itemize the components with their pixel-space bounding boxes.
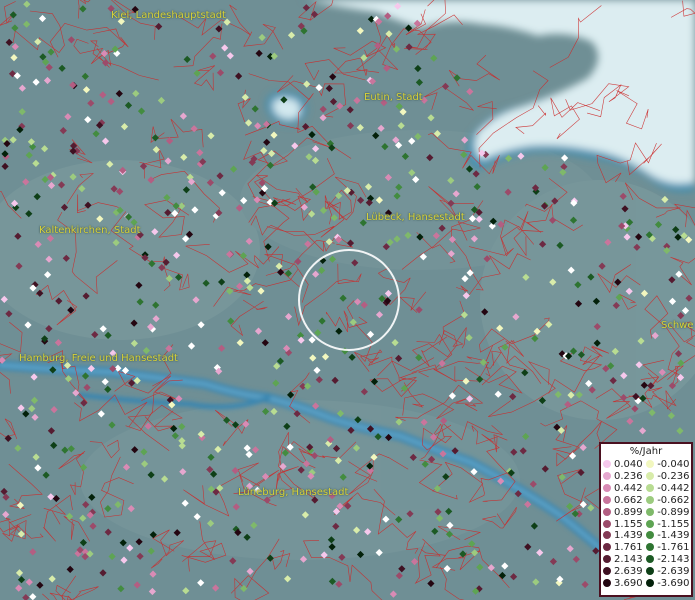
legend-entry-negative: -0.662 [646, 495, 691, 507]
legend-row: 3.690 -3.690 [603, 578, 691, 590]
legend-swatch-positive [603, 579, 611, 588]
legend-label-negative: -0.662 [657, 494, 690, 506]
legend-swatch-negative [646, 507, 655, 516]
legend-label-positive: 0.442 [614, 482, 643, 494]
legend-label-negative: -3.690 [657, 578, 690, 590]
legend-row: 0.442 -0.442 [603, 483, 691, 495]
legend-entry-positive: 1.761 [603, 542, 646, 554]
legend-entry-positive: 1.155 [603, 519, 646, 531]
legend-swatch-positive [603, 567, 611, 576]
legend-label-positive: 0.662 [614, 494, 643, 506]
legend-label-negative: -1.439 [657, 530, 690, 542]
legend-swatch-negative [646, 543, 655, 552]
legend-swatch-negative [646, 471, 655, 480]
legend-entry-positive: 0.040 [603, 459, 646, 471]
legend-table: 0.040 -0.040 0.236 -0.236 0.442 -0.442 0.662 -0… [603, 459, 691, 590]
legend-label-negative: -0.899 [657, 506, 690, 518]
legend-label-positive: 1.761 [614, 542, 643, 554]
legend-label-positive: 1.439 [614, 530, 643, 542]
legend-swatch-negative [646, 483, 655, 492]
label-schwerin: Schwe [661, 320, 694, 331]
legend-entry-negative: -0.236 [646, 471, 691, 483]
legend-row: 0.899 -0.899 [603, 507, 691, 519]
legend-row: 0.236 -0.236 [603, 471, 691, 483]
legend-entry-positive: 2.639 [603, 566, 646, 578]
legend-swatch-positive [603, 519, 611, 528]
legend-row: 0.040 -0.040 [603, 459, 691, 471]
legend-label-positive: 1.155 [614, 518, 643, 530]
legend-swatch-negative [646, 460, 655, 468]
legend-row: 1.761 -1.761 [603, 542, 691, 554]
legend-label-negative: -0.040 [657, 459, 690, 470]
legend-label-positive: 0.236 [614, 470, 643, 482]
legend-swatch-negative [646, 519, 655, 528]
legend-entry-positive: 0.662 [603, 495, 646, 507]
legend-entry-positive: 3.690 [603, 578, 646, 590]
legend-entry-negative: -3.690 [646, 578, 691, 590]
legend-swatch-negative [646, 531, 655, 540]
legend-swatch-negative [646, 495, 655, 504]
legend-title: %/Jahr [629, 446, 663, 457]
legend-row: 2.143 -2.143 [603, 554, 691, 566]
legend-entry-positive: 0.899 [603, 507, 646, 519]
legend-swatch-negative [646, 579, 655, 588]
legend-label-negative: -0.236 [657, 470, 690, 482]
legend-entry-positive: 1.439 [603, 530, 646, 542]
label-eutin: Eutin, Stadt [364, 92, 423, 103]
legend-label-positive: 0.899 [614, 506, 643, 518]
legend-entry-positive: 0.442 [603, 483, 646, 495]
legend-row: 1.439 -1.439 [603, 530, 691, 542]
label-hamburg: Hamburg, Freie und Hansestadt [19, 353, 178, 364]
legend-entry-positive: 0.236 [603, 471, 646, 483]
legend-entry-negative: -2.639 [646, 566, 691, 578]
legend-label-positive: 0.040 [614, 459, 643, 470]
legend-label-negative: -2.639 [657, 566, 690, 578]
legend-swatch-positive [603, 460, 611, 468]
legend-label-negative: -1.155 [657, 518, 690, 530]
legend-row: 0.662 -0.662 [603, 495, 691, 507]
legend-swatch-positive [603, 495, 611, 504]
legend-row: 1.155 -1.155 [603, 519, 691, 531]
legend-label-positive: 2.639 [614, 566, 643, 578]
legend-swatch-positive [603, 471, 611, 480]
legend-swatch-negative [646, 567, 655, 576]
legend-swatch-positive [603, 531, 611, 540]
legend-label-negative: -2.143 [657, 554, 690, 566]
legend-label-negative: -1.761 [657, 542, 690, 554]
label-kiel: Kiel, Landeshauptstadt [111, 10, 226, 21]
map-canvas[interactable]: Kiel, Landeshauptstadt Eutin, Stadt Lübe… [0, 0, 695, 600]
legend-swatch-positive [603, 483, 611, 492]
legend-swatch-positive [603, 543, 611, 552]
label-kaltenkirchen: Kaltenkirchen, Stadt [39, 225, 141, 236]
legend-label-positive: 3.690 [614, 578, 643, 590]
label-luebeck: Lübeck, Hansestadt [366, 212, 465, 223]
legend-entry-positive: 2.143 [603, 554, 646, 566]
legend-entry-negative: -1.155 [646, 519, 691, 531]
legend-label-negative: -0.442 [657, 482, 690, 494]
legend-entry-negative: -2.143 [646, 554, 691, 566]
legend-entry-negative: -1.439 [646, 530, 691, 542]
legend-entry-negative: -0.040 [646, 459, 691, 471]
legend: %/Jahr 0.040 -0.040 0.236 -0.236 0.442 -0.442… [599, 442, 693, 597]
map-layer [0, 0, 695, 600]
legend-row: 2.639 -2.639 [603, 566, 691, 578]
legend-swatch-positive [603, 507, 611, 516]
legend-entry-negative: -1.761 [646, 542, 691, 554]
label-lueneburg: Lüneburg, Hansestadt [238, 487, 349, 498]
legend-label-positive: 2.143 [614, 554, 643, 566]
legend-entry-negative: -0.442 [646, 483, 691, 495]
legend-swatch-negative [646, 555, 655, 564]
legend-entry-negative: -0.899 [646, 507, 691, 519]
legend-swatch-positive [603, 555, 611, 564]
